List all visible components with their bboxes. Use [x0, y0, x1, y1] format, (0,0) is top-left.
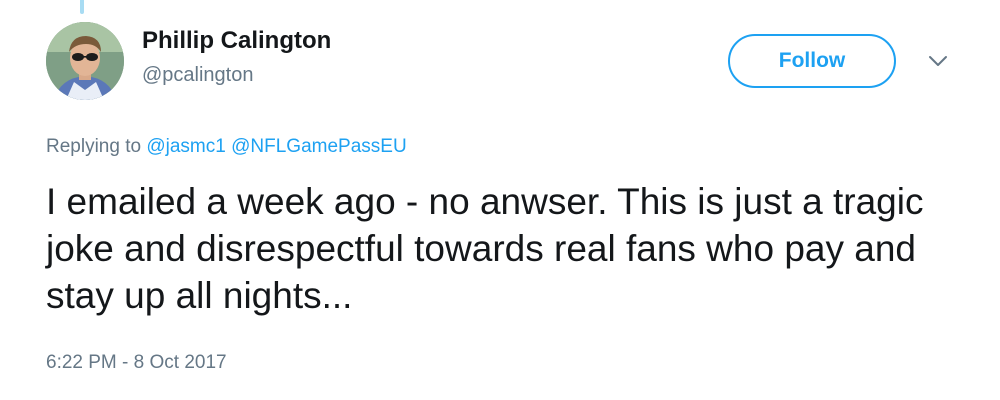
- follow-button[interactable]: Follow: [728, 34, 896, 88]
- mention-link-nflgamepasseu[interactable]: @NFLGamePassEU: [231, 136, 407, 157]
- replying-to-line: Replying to @jasmc1 @NFLGamePassEU: [46, 136, 407, 158]
- tweet-text: I emailed a week ago - no anwser. This i…: [46, 181, 924, 316]
- mention-link-jasmc1[interactable]: @jasmc1: [146, 136, 225, 157]
- replying-to-label: Replying to: [46, 136, 142, 157]
- user-handle[interactable]: @pcalington: [142, 64, 253, 87]
- avatar-photo: [46, 22, 124, 100]
- user-display-name[interactable]: Phillip Calington: [142, 27, 331, 55]
- thread-connector-line: [80, 0, 84, 14]
- avatar[interactable]: [46, 22, 124, 100]
- chevron-down-icon[interactable]: [926, 52, 950, 70]
- tweet-timestamp[interactable]: 6:22 PM - 8 Oct 2017: [46, 352, 227, 374]
